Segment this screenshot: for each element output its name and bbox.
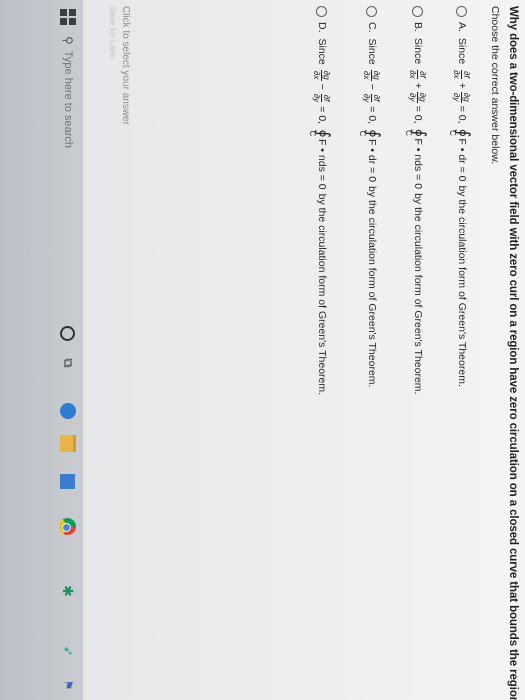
- fraction-numerator: ∂f: [417, 70, 429, 79]
- partial-fraction: ∂g ∂y: [452, 91, 473, 103]
- since-label: Since: [456, 37, 468, 65]
- radio-button-d[interactable]: [316, 6, 328, 17]
- partial-fraction: ∂g ∂y: [408, 91, 429, 103]
- integral-subscript: C: [448, 130, 457, 136]
- equals-zero: = 0,: [456, 105, 468, 124]
- integral-subscript: C: [308, 130, 317, 137]
- option-letter: A.: [456, 22, 468, 32]
- integrand: F • dr = 0: [366, 138, 378, 183]
- operator: +: [456, 82, 468, 89]
- search-placeholder: Type here to search: [62, 50, 74, 149]
- contour-integral-icon: ∮: [363, 129, 383, 138]
- fraction-denominator: ∂x: [452, 70, 463, 79]
- option-letter: D.: [316, 22, 328, 33]
- option-explanation: by the circulation form of Green's Theor…: [456, 185, 468, 387]
- fraction-denominator: ∂x: [362, 71, 373, 80]
- task-view-icon[interactable]: ⧉: [57, 352, 79, 374]
- fraction-denominator: ∂x: [312, 71, 323, 80]
- cortana-icon[interactable]: [57, 322, 79, 344]
- equals-zero: = 0,: [412, 105, 424, 124]
- fraction-denominator: ∂y: [452, 93, 463, 102]
- file-explorer-icon[interactable]: [57, 432, 79, 454]
- taskbar-search-box[interactable]: ⚲ Type here to search: [57, 36, 79, 286]
- radio-button-b[interactable]: [412, 6, 424, 17]
- contour-integral: ∮ C: [448, 128, 473, 138]
- fraction-denominator: ∂y: [362, 93, 373, 103]
- contour-integral: ∮ C: [308, 129, 333, 138]
- answer-option-d[interactable]: D. Since ∂g ∂x − ∂f ∂y = 0, ∮ C F • nds …: [305, 6, 339, 686]
- equals-zero: = 0,: [366, 106, 378, 125]
- option-letter: B.: [412, 22, 424, 32]
- partial-fraction: ∂f ∂y: [362, 93, 383, 103]
- fraction-numerator: ∂f: [371, 93, 383, 103]
- question-text: Why does a two-dimensional vector field …: [507, 6, 519, 700]
- option-explanation: by the circulation form of Green's Theor…: [316, 193, 328, 396]
- integrand: F • nds = 0: [316, 138, 328, 190]
- task-view-glyph: ⧉: [61, 358, 76, 368]
- partial-fraction: ∂f ∂x: [452, 69, 473, 79]
- tray-flag-icon[interactable]: ⚑: [57, 674, 79, 696]
- contour-integral-icon: ∮: [409, 128, 429, 138]
- search-icon: ⚲: [61, 36, 75, 45]
- fraction-denominator: ∂x: [408, 70, 419, 79]
- tray-flag-glyph: ⚑: [61, 679, 75, 691]
- integrand: F • dr = 0: [456, 138, 468, 182]
- contour-integral: ∮ C: [404, 128, 429, 138]
- tray-cursor-icon[interactable]: ➶: [57, 640, 79, 662]
- contour-integral: ∮ C: [358, 129, 383, 138]
- tray-app-icon[interactable]: ✱: [57, 580, 79, 602]
- operator: −: [366, 83, 378, 90]
- fraction-numerator: ∂f: [461, 70, 473, 79]
- since-label: Since: [366, 38, 378, 65]
- option-explanation: by the circulation form of Green's Theor…: [366, 186, 378, 388]
- partial-fraction: ∂g ∂x: [362, 69, 383, 81]
- save-for-later-link[interactable]: Save for Later: [108, 6, 118, 59]
- radio-button-c[interactable]: [366, 6, 378, 17]
- partial-fraction: ∂f ∂y: [312, 93, 333, 103]
- fraction-denominator: ∂y: [408, 93, 419, 102]
- select-answer-hint: Click to select your answer: [120, 6, 131, 125]
- answer-option-a[interactable]: A. Since ∂f ∂x + ∂g ∂y = 0, ∮ C F • dr =…: [445, 6, 479, 686]
- windows-start-icon[interactable]: [55, 4, 81, 30]
- store-icon[interactable]: [57, 470, 79, 492]
- fraction-numerator: ∂g: [371, 69, 383, 81]
- integral-subscript: C: [358, 130, 367, 137]
- since-label: Since: [316, 38, 328, 65]
- option-letter: C.: [366, 22, 378, 33]
- tray-app-glyph: ✱: [60, 585, 77, 597]
- question-panel: Why does a two-dimensional vector field …: [85, 0, 525, 700]
- answer-option-c[interactable]: C. Since ∂g ∂x − ∂f ∂y = 0, ∮ C F • dr =…: [355, 6, 389, 686]
- answer-option-b[interactable]: B. Since ∂f ∂x + ∂g ∂y = 0, ∮ C F • nds …: [401, 6, 435, 686]
- operator: −: [316, 83, 328, 90]
- partial-fraction: ∂g ∂x: [312, 69, 333, 81]
- taskbar: ⚲ Type here to search ⧉ ✱ ➶ ⚑: [0, 0, 83, 700]
- fraction-numerator: ∂g: [417, 91, 429, 103]
- fraction-numerator: ∂g: [321, 69, 333, 81]
- contour-integral-icon: ∮: [313, 129, 333, 138]
- partial-fraction: ∂f ∂x: [408, 69, 429, 79]
- fraction-denominator: ∂y: [312, 93, 323, 103]
- fraction-numerator: ∂g: [461, 91, 473, 103]
- chrome-browser-icon[interactable]: [57, 515, 79, 537]
- contour-integral-icon: ∮: [453, 128, 473, 138]
- since-label: Since: [412, 37, 424, 65]
- option-explanation: by the circulation form of Green's Theor…: [412, 193, 424, 395]
- screen: Why does a two-dimensional vector field …: [0, 0, 525, 700]
- equals-zero: = 0,: [316, 106, 328, 125]
- edge-browser-icon[interactable]: [57, 400, 79, 422]
- tray-cursor-glyph: ➶: [61, 645, 76, 657]
- radio-button-a[interactable]: [456, 6, 468, 17]
- integral-subscript: C: [404, 130, 413, 136]
- operator: +: [412, 82, 424, 89]
- instruction-text: Choose the correct answer below.: [489, 6, 501, 165]
- integrand: F • nds = 0: [412, 138, 424, 190]
- fraction-numerator: ∂f: [321, 93, 333, 103]
